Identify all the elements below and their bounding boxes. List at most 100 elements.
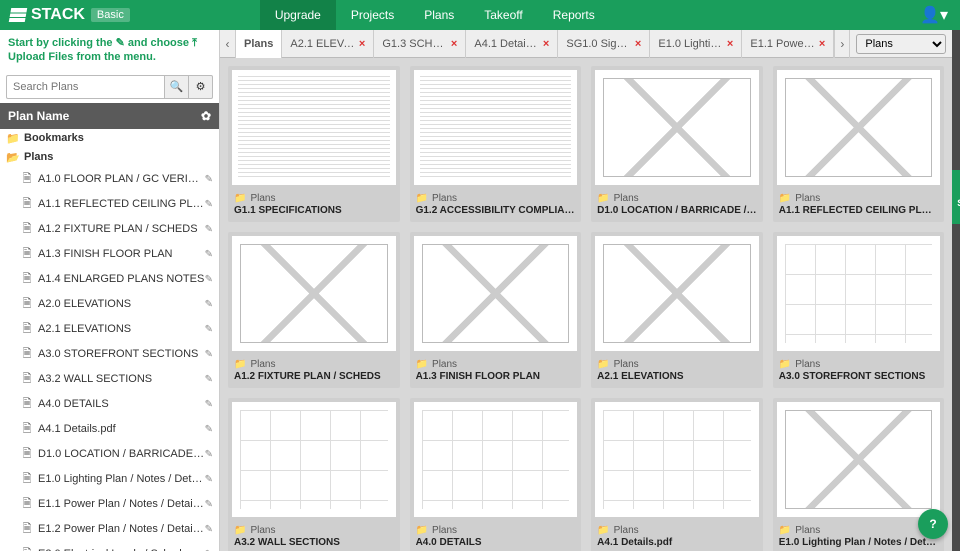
close-icon[interactable]: × bbox=[727, 30, 733, 58]
edit-icon[interactable]: ✎ bbox=[205, 499, 213, 510]
edit-icon[interactable]: ✎ bbox=[205, 449, 213, 460]
nav-projects[interactable]: Projects bbox=[336, 0, 409, 30]
edit-icon[interactable]: ✎ bbox=[205, 199, 213, 210]
card-title: A3.2 WALL SECTIONS bbox=[234, 537, 394, 548]
plan-card[interactable]: 📁PlansA1.2 FIXTURE PLAN / SCHEDS bbox=[228, 232, 400, 388]
gear-icon: ⚙ bbox=[196, 80, 206, 93]
tab-plans-root[interactable]: Plans bbox=[236, 30, 282, 58]
stack-ready-button[interactable]: ᐱ STACK Ready bbox=[952, 170, 960, 224]
close-icon[interactable]: × bbox=[451, 30, 457, 58]
edit-icon[interactable]: ✎ bbox=[205, 249, 213, 260]
folder-icon: 📁 bbox=[234, 525, 246, 536]
rail-document-button[interactable]: 🗎 bbox=[952, 126, 960, 156]
edit-icon[interactable]: ✎ bbox=[205, 174, 213, 185]
file-item[interactable]: 🗎A3.0 STOREFRONT SECTIONS✎ bbox=[0, 342, 219, 367]
card-folder: Plans bbox=[614, 193, 639, 204]
nav-upgrade[interactable]: Upgrade bbox=[260, 0, 336, 30]
plan-card[interactable]: 📁PlansA4.0 DETAILS bbox=[410, 398, 582, 551]
close-icon[interactable]: × bbox=[359, 30, 365, 58]
edit-icon[interactable]: ✎ bbox=[205, 474, 213, 485]
file-item[interactable]: 🗎E2.0 Electrical Loads / Scheds.pdf✎ bbox=[0, 542, 219, 551]
file-icon: 🗎 bbox=[20, 445, 34, 464]
plan-card[interactable]: 📁PlansA4.1 Details.pdf bbox=[591, 398, 763, 551]
tab-scroll-right[interactable]: › bbox=[834, 30, 850, 58]
card-title: A4.1 Details.pdf bbox=[597, 537, 757, 548]
file-item[interactable]: 🗎A4.1 Details.pdf✎ bbox=[0, 417, 219, 442]
search-settings-button[interactable]: ⚙ bbox=[189, 75, 213, 99]
plan-thumbnail bbox=[777, 236, 941, 351]
file-item[interactable]: 🗎A3.2 WALL SECTIONS✎ bbox=[0, 367, 219, 392]
help-fab[interactable]: ? bbox=[918, 509, 948, 539]
logo[interactable]: STACK Basic bbox=[0, 6, 140, 24]
plan-card[interactable]: 📁PlansA1.3 FINISH FLOOR PLAN bbox=[410, 232, 582, 388]
nav-reports[interactable]: Reports bbox=[538, 0, 610, 30]
edit-icon[interactable]: ✎ bbox=[205, 374, 213, 385]
plan-card[interactable]: 📁PlansG1.1 SPECIFICATIONS bbox=[228, 66, 400, 222]
edit-icon[interactable]: ✎ bbox=[205, 299, 213, 310]
edit-icon[interactable]: ✎ bbox=[205, 349, 213, 360]
card-folder: Plans bbox=[250, 525, 275, 536]
file-item[interactable]: 🗎A1.0 FLOOR PLAN / GC VERIFIC. NOT…✎ bbox=[0, 167, 219, 192]
folder-icon: 📁 bbox=[416, 193, 428, 204]
search-input[interactable] bbox=[6, 75, 165, 99]
folder-icon: 📁 bbox=[779, 193, 791, 204]
user-menu[interactable]: 👤▾ bbox=[908, 5, 960, 25]
file-item[interactable]: 🗎A2.0 ELEVATIONS✎ bbox=[0, 292, 219, 317]
tab-item[interactable]: E1.1 Power P× bbox=[742, 30, 834, 58]
card-title: G1.1 SPECIFICATIONS bbox=[234, 205, 394, 216]
file-item[interactable]: 🗎A1.2 FIXTURE PLAN / SCHEDS✎ bbox=[0, 217, 219, 242]
tab-item[interactable]: A2.1 ELEVATION× bbox=[282, 30, 374, 58]
tab-item[interactable]: G1.3 SCHEDULES× bbox=[374, 30, 466, 58]
user-icon: 👤▾ bbox=[920, 5, 948, 25]
edit-icon[interactable]: ✎ bbox=[205, 224, 213, 235]
file-item[interactable]: 🗎A4.0 DETAILS✎ bbox=[0, 392, 219, 417]
plan-card[interactable]: 📁PlansA2.1 ELEVATIONS bbox=[591, 232, 763, 388]
nav-takeoff[interactable]: Takeoff bbox=[469, 0, 537, 30]
file-item[interactable]: 🗎A2.1 ELEVATIONS✎ bbox=[0, 317, 219, 342]
view-selector[interactable]: Plans bbox=[856, 34, 946, 54]
folder-bookmarks[interactable]: 📁Bookmarks bbox=[0, 129, 219, 148]
tab-item[interactable]: A4.1 Details.pdf× bbox=[466, 30, 558, 58]
file-item[interactable]: 🗎E1.2 Power Plan / Notes / Details.pdf✎ bbox=[0, 517, 219, 542]
file-item[interactable]: 🗎D1.0 LOCATION / BARRICADE / NOTE…✎ bbox=[0, 442, 219, 467]
plan-header-settings[interactable]: ✿ bbox=[201, 109, 211, 123]
tab-scroll-left[interactable]: ‹ bbox=[220, 30, 236, 58]
card-folder: Plans bbox=[795, 525, 820, 536]
file-item[interactable]: 🗎E1.0 Lighting Plan / Notes / Details.pd… bbox=[0, 467, 219, 492]
card-title: D1.0 LOCATION / BARRICADE / NOTE… bbox=[597, 205, 757, 216]
top-bar: STACK Basic UpgradeProjectsPlansTakeoffR… bbox=[0, 0, 960, 30]
edit-icon[interactable]: ✎ bbox=[205, 324, 213, 335]
main-nav: UpgradeProjectsPlansTakeoffReports bbox=[260, 0, 610, 30]
plan-card[interactable]: 📁PlansG1.2 ACCESSIBILITY COMPLIANCE bbox=[410, 66, 582, 222]
rail-help-button[interactable]: ❔ bbox=[952, 82, 960, 112]
tab-item[interactable]: SG1.0 Sign - Gra× bbox=[558, 30, 650, 58]
plan-card[interactable]: 📁PlansA1.1 REFLECTED CEILING PLAN / DE… bbox=[773, 66, 945, 222]
edit-icon[interactable]: ✎ bbox=[205, 399, 213, 410]
plan-grid[interactable]: 📁PlansG1.1 SPECIFICATIONS📁PlansG1.2 ACCE… bbox=[220, 58, 952, 551]
file-item[interactable]: 🗎A1.3 FINISH FLOOR PLAN✎ bbox=[0, 242, 219, 267]
file-item[interactable]: 🗎E1.1 Power Plan / Notes / Details.pdf✎ bbox=[0, 492, 219, 517]
pencil-icon: ✎ bbox=[116, 37, 125, 49]
tab-item[interactable]: E1.0 Lighting Pla× bbox=[650, 30, 742, 58]
plan-thumbnail bbox=[777, 402, 941, 517]
nav-plans[interactable]: Plans bbox=[409, 0, 469, 30]
close-icon[interactable]: × bbox=[819, 30, 825, 58]
plan-card[interactable]: 📁PlansA3.0 STOREFRONT SECTIONS bbox=[773, 232, 945, 388]
search-button[interactable]: 🔍 bbox=[165, 75, 189, 99]
file-icon: 🗎 bbox=[20, 520, 34, 539]
plan-card[interactable]: 📁 PlansA3.2 WALL SECTIONS bbox=[228, 398, 400, 551]
edit-icon[interactable]: ✎ bbox=[205, 274, 213, 285]
file-icon: 🗎 bbox=[20, 220, 34, 239]
plan-card[interactable]: 📁 PlansD1.0 LOCATION / BARRICADE / NOTE… bbox=[591, 66, 763, 222]
folder-icon: 📁 bbox=[597, 193, 609, 204]
rail-collapse-button[interactable]: ⇤ bbox=[952, 38, 960, 68]
file-icon: 🗎 bbox=[20, 420, 34, 439]
edit-icon[interactable]: ✎ bbox=[205, 424, 213, 435]
file-item[interactable]: 🗎A1.4 ENLARGED PLANS NOTES✎ bbox=[0, 267, 219, 292]
close-icon[interactable]: × bbox=[635, 30, 641, 58]
file-item[interactable]: 🗎A1.1 REFLECTED CEILING PLAN / DE…✎ bbox=[0, 192, 219, 217]
folder-plans[interactable]: 📂Plans bbox=[0, 148, 219, 167]
edit-icon[interactable]: ✎ bbox=[205, 524, 213, 535]
close-icon[interactable]: × bbox=[543, 30, 549, 58]
plan-tree: 📁Bookmarks📂Plans🗎A1.0 FLOOR PLAN / GC VE… bbox=[0, 129, 219, 551]
